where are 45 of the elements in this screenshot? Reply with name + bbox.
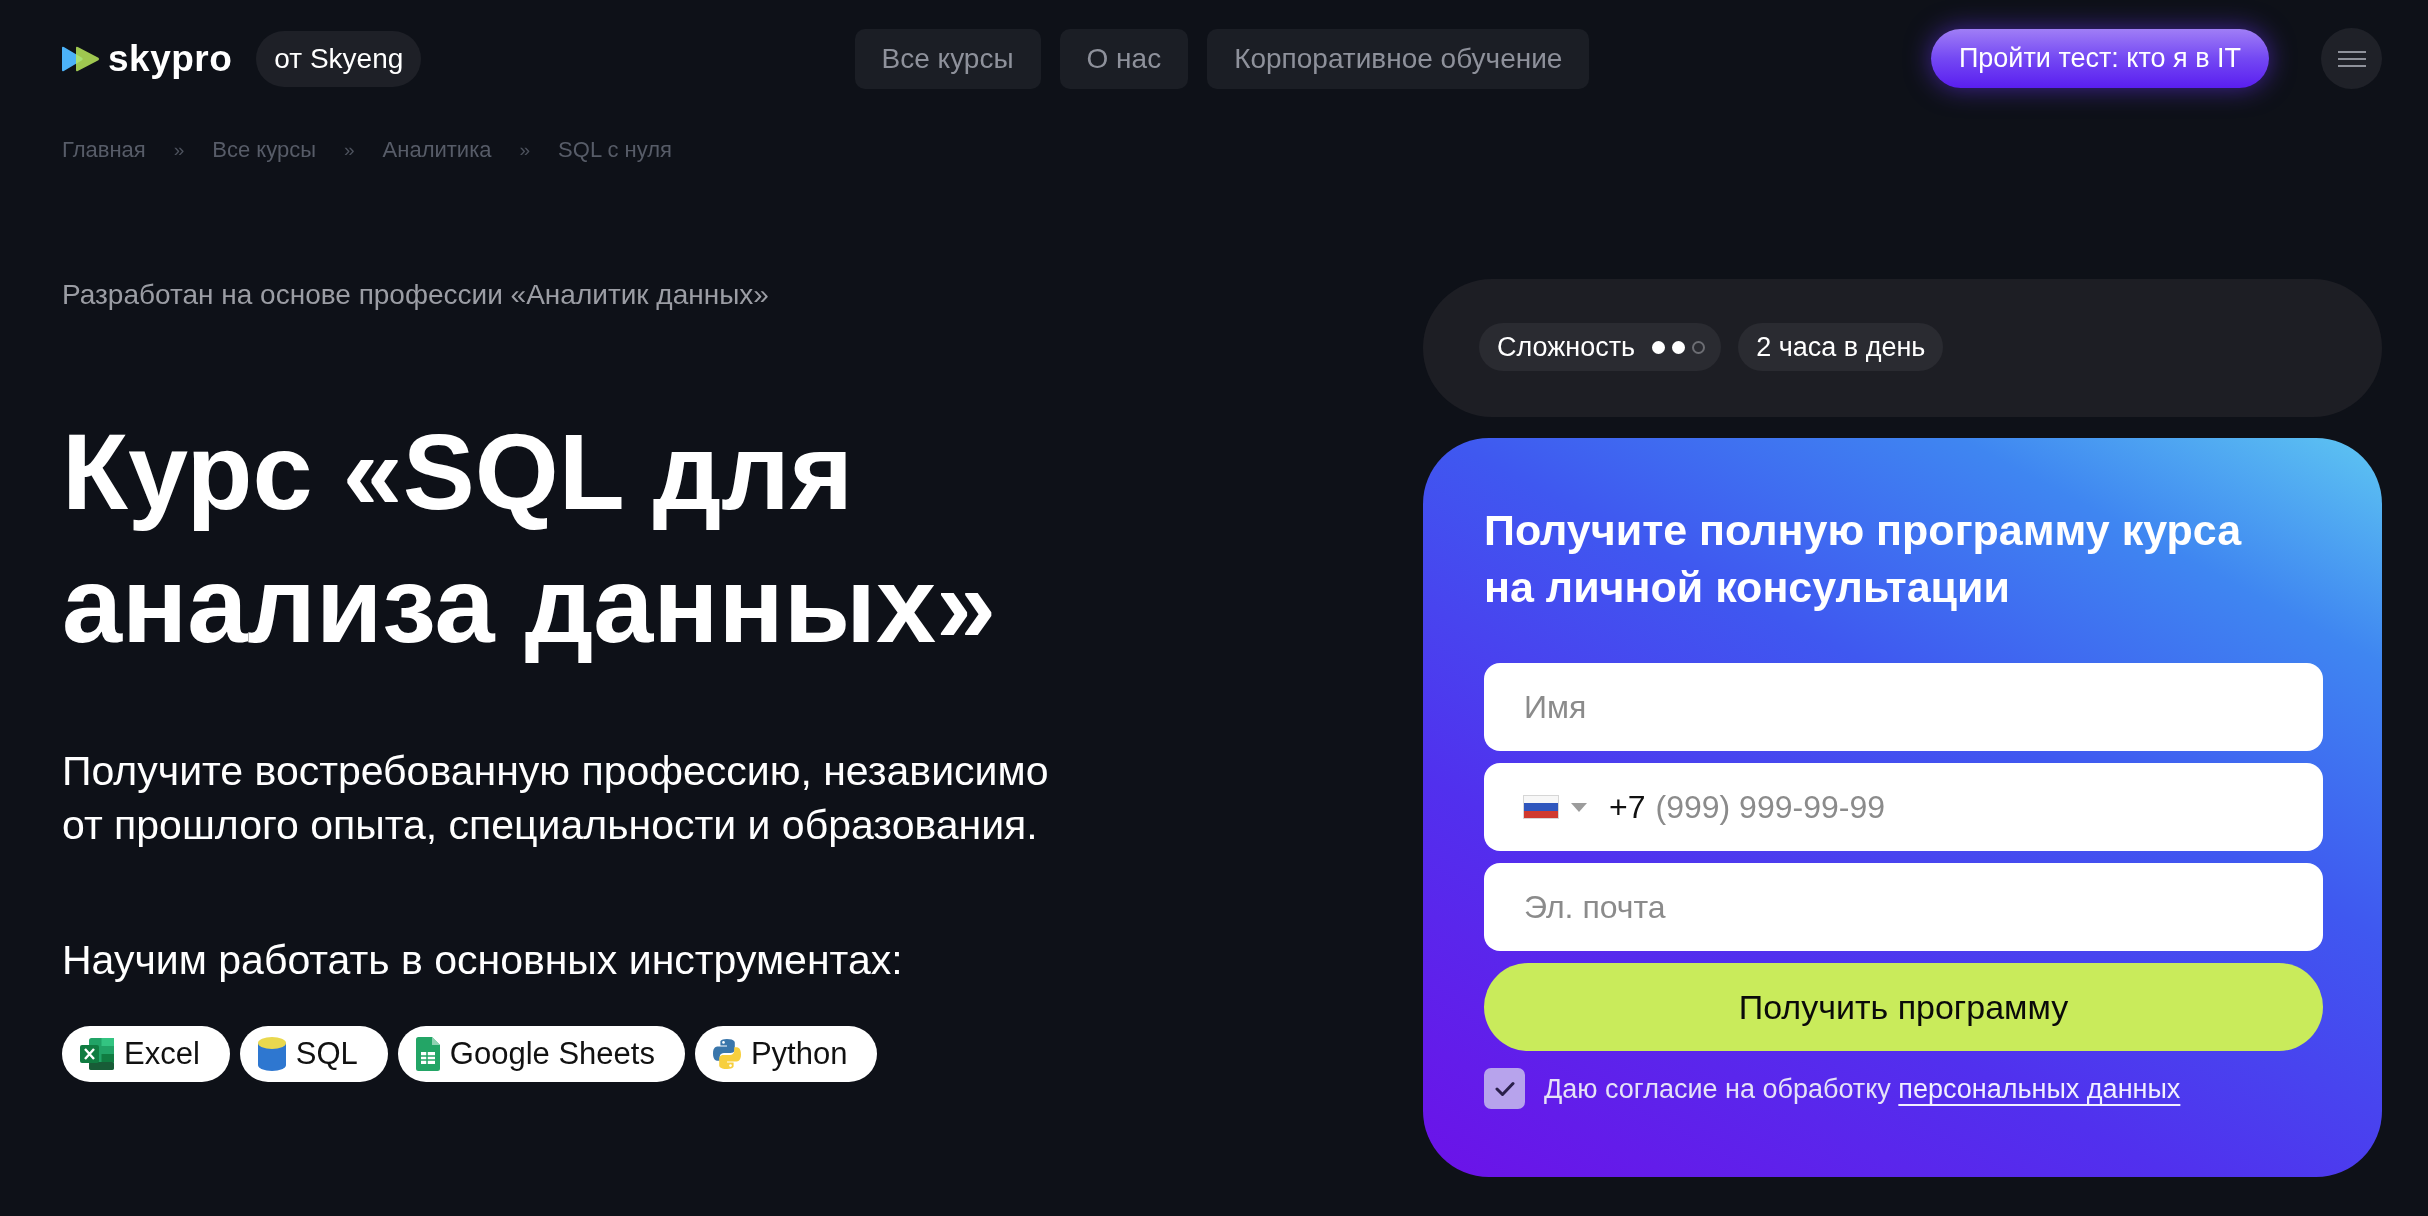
nav-button[interactable]: Корпоративное обучение — [1207, 28, 1590, 89]
tools-heading: Научим работать в основных инструментах: — [62, 936, 904, 985]
course-origin-text: Разработан на основе профессии «Аналитик данных» — [62, 279, 770, 311]
name-field[interactable]: Имя — [1484, 663, 2323, 751]
nav-button[interactable]: Все курсы — [854, 28, 1041, 89]
breadcrumb-link[interactable]: Все курсы — [212, 135, 317, 165]
brand-tag: от Skyeng — [256, 30, 422, 87]
duration-tag: 2 часа в день — [1738, 323, 1944, 371]
tool-label: Excel — [124, 1036, 200, 1072]
tool-label: SQL — [295, 1036, 358, 1072]
python-icon — [712, 1039, 741, 1069]
tool-label: Google Sheets — [449, 1036, 655, 1072]
play-logo-icon — [62, 45, 100, 72]
breadcrumb-link[interactable]: Аналитика — [382, 135, 492, 165]
breadcrumb-separator: » — [344, 138, 355, 162]
excel-icon — [80, 1038, 114, 1070]
take-test-button[interactable]: Пройти тест: кто я в IT — [1930, 29, 2269, 88]
sheets-icon — [415, 1037, 440, 1071]
russia-flag-icon[interactable] — [1523, 795, 1559, 819]
difficulty-label: Сложность — [1497, 331, 1636, 363]
phone-prefix: +7 — [1609, 788, 1646, 826]
breadcrumb-separator: » — [519, 138, 531, 162]
database-icon — [257, 1037, 286, 1071]
difficulty-dot-icon — [1672, 340, 1686, 354]
page-title: Курс «SQL для анализа данных» — [62, 410, 998, 667]
course-description: Получите востребованную профессию, независимо от прошлого опыта, специальности и образования. — [62, 747, 1050, 850]
breadcrumb-separator: » — [173, 138, 185, 162]
email-field[interactable]: Эл. почта — [1484, 863, 2323, 951]
personal-data-link[interactable]: персональных данных — [1898, 1073, 2181, 1104]
get-program-button[interactable]: Получить программу — [1484, 963, 2323, 1051]
consent-text: Даю согласие на обработку персональных данных — [1544, 1072, 2181, 1106]
form-title: Получите полную программу курса на личной консультации — [1484, 505, 2243, 613]
caret-icon[interactable] — [1571, 802, 1587, 812]
tool-label: Python — [750, 1036, 848, 1072]
breadcrumb-link[interactable]: SQL с нуля — [558, 135, 672, 165]
breadcrumb-link[interactable]: Главная — [62, 135, 146, 165]
phone-number-input[interactable]: (999) 999-99-99 — [1645, 777, 2323, 837]
logo-text[interactable]: skypro — [108, 36, 233, 81]
difficulty-dot-icon — [1692, 340, 1706, 354]
nav-button[interactable]: О нас — [1059, 28, 1189, 89]
checkmark-icon — [1494, 1080, 1515, 1097]
menu-icon[interactable] — [2337, 50, 2366, 67]
consent-checkbox[interactable] — [1484, 1068, 1525, 1109]
phone-field[interactable]: +7 (999) 999-99-99 — [1484, 763, 2323, 851]
difficulty-dot-icon — [1652, 340, 1666, 354]
